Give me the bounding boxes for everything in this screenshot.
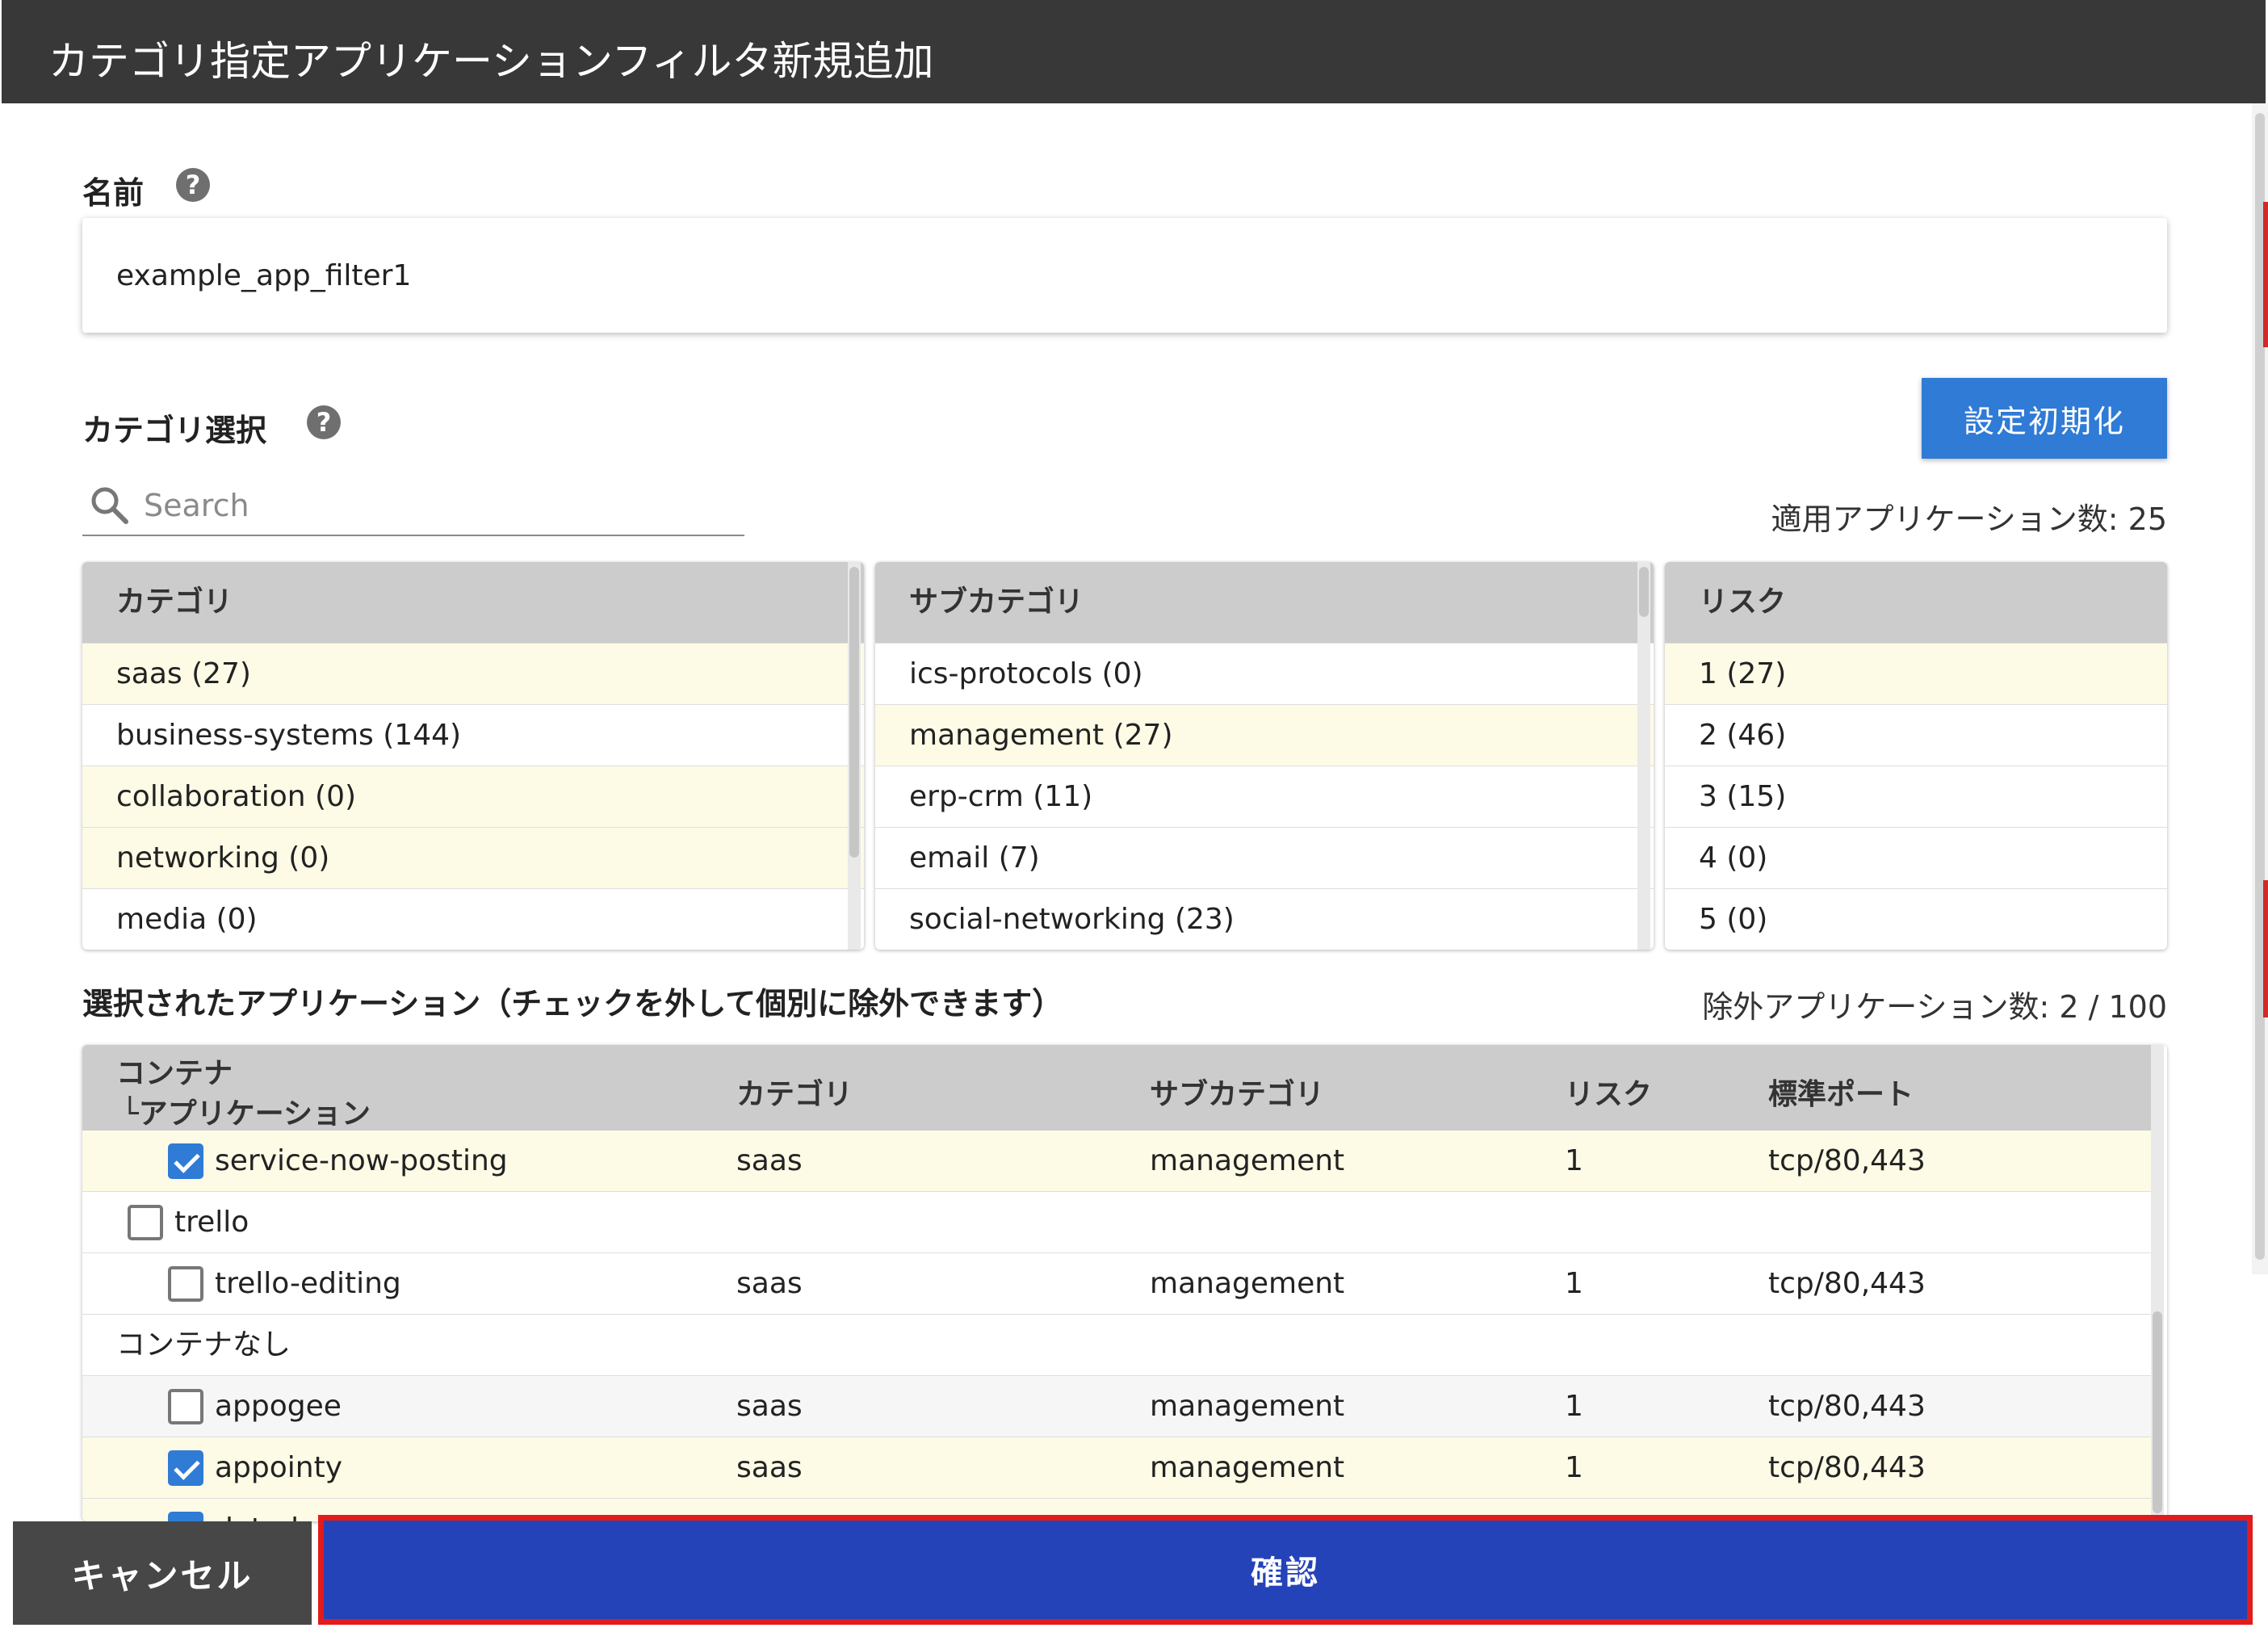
app-name: appointy xyxy=(215,1451,343,1484)
app-port: tcp/80,443 xyxy=(1768,1451,1926,1484)
subcategory-list-scrollbar-thumb[interactable] xyxy=(1639,567,1649,617)
table-row[interactable]: trello-editing saas management 1 tcp/80,… xyxy=(82,1253,2151,1315)
column-header-category: カテゴリ xyxy=(736,1078,853,1111)
app-category: saas xyxy=(736,1390,803,1423)
subcategory-list-item[interactable]: management (27) xyxy=(875,704,1654,766)
dialog-title: カテゴリ指定アプリケーションフィルタ新規追加 xyxy=(48,38,934,85)
selected-apps-table: コンテナ └アプリケーション カテゴリ サブカテゴリ リスク 標準ポート ser… xyxy=(82,1045,2167,1521)
table-row: コンテナなし xyxy=(82,1315,2151,1376)
app-subcategory: management xyxy=(1150,1451,1345,1484)
app-name: trello-editing xyxy=(215,1267,401,1300)
column-header-risk: リスク xyxy=(1565,1078,1653,1111)
no-container-label: コンテナなし xyxy=(116,1328,291,1361)
container-checkbox[interactable] xyxy=(128,1205,163,1240)
question-circle-icon[interactable]: ? xyxy=(307,405,341,439)
category-select-label: カテゴリ選択 xyxy=(82,413,267,448)
reset-settings-button[interactable]: 設定初期化 xyxy=(1922,378,2167,459)
app-category: saas xyxy=(736,1451,803,1484)
table-row[interactable]: trello xyxy=(82,1192,2151,1253)
app-checkbox[interactable] xyxy=(168,1389,203,1424)
risk-list-header: リスク xyxy=(1665,562,2167,643)
table-scrollbar-thumb[interactable] xyxy=(2153,1311,2162,1513)
table-row[interactable]: appointy saas management 1 tcp/80,443 xyxy=(82,1437,2151,1499)
app-port: tcp/80,443 xyxy=(1768,1144,1926,1177)
subcategory-list-item[interactable]: email (7) xyxy=(875,827,1654,888)
table-row[interactable]: service-now-posting saas management 1 tc… xyxy=(82,1131,2151,1192)
table-scrollbar[interactable] xyxy=(2151,1045,2164,1521)
app-category: saas xyxy=(736,1144,803,1177)
app-risk: 1 xyxy=(1565,1390,1583,1423)
app-checkbox[interactable] xyxy=(168,1266,203,1302)
app-checkbox[interactable] xyxy=(168,1143,203,1179)
subcategory-list-item[interactable]: social-networking (23) xyxy=(875,888,1654,950)
category-list-item[interactable]: networking (0) xyxy=(82,827,864,888)
app-subcategory: management xyxy=(1150,1267,1345,1300)
app-name: service-now-posting xyxy=(215,1144,508,1177)
app-risk: 1 xyxy=(1565,1451,1583,1484)
app-port: tcp/80,443 xyxy=(1768,1390,1926,1423)
edge-marker xyxy=(2263,880,2268,1017)
name-input[interactable] xyxy=(82,218,2167,333)
applied-app-count: 適用アプリケーション数: 25 xyxy=(1771,501,2167,537)
app-risk: 1 xyxy=(1565,1144,1583,1177)
subcategory-list-item[interactable]: ics-protocols (0) xyxy=(875,643,1654,704)
subcategory-list-scrollbar[interactable] xyxy=(1637,562,1650,950)
app-checkbox[interactable] xyxy=(168,1450,203,1486)
question-circle-icon[interactable]: ? xyxy=(176,168,210,202)
category-list-item[interactable]: business-systems (144) xyxy=(82,704,864,766)
risk-list-item[interactable]: 3 (15) xyxy=(1665,766,2167,827)
column-header-container: コンテナ xyxy=(116,1057,233,1090)
category-list-item[interactable]: media (0) xyxy=(82,888,864,950)
cancel-button[interactable]: キャンセル xyxy=(13,1521,312,1625)
subcategory-list-header: サブカテゴリ xyxy=(875,562,1654,643)
category-list-item[interactable]: saas (27) xyxy=(82,643,864,704)
risk-list-panel: リスク 1 (27) 2 (46) 3 (15) 4 (0) 5 (0) xyxy=(1665,562,2167,950)
column-header-port: 標準ポート xyxy=(1768,1078,1914,1111)
edge-marker xyxy=(2263,202,2268,347)
risk-list-item[interactable]: 2 (46) xyxy=(1665,704,2167,766)
table-row[interactable]: appogee saas management 1 tcp/80,443 xyxy=(82,1376,2151,1437)
app-name: appogee xyxy=(215,1390,342,1423)
search-input[interactable] xyxy=(144,481,725,530)
category-list-header: カテゴリ xyxy=(82,562,864,643)
confirm-button[interactable]: 確認 xyxy=(318,1515,2253,1625)
name-label: 名前 xyxy=(82,175,145,211)
selected-apps-title: 選択されたアプリケーション（チェックを外して個別に除外できます） xyxy=(82,986,1063,1022)
app-name: datadog xyxy=(215,1499,335,1521)
category-list-panel: カテゴリ saas (27) business-systems (144) co… xyxy=(82,562,864,950)
search-icon xyxy=(91,487,128,524)
app-subcategory: management xyxy=(1150,1390,1345,1423)
app-port: tcp/80,443 xyxy=(1768,1267,1926,1300)
risk-list-item[interactable]: 4 (0) xyxy=(1665,827,2167,888)
risk-list-item[interactable]: 5 (0) xyxy=(1665,888,2167,950)
app-subcategory: management xyxy=(1150,1144,1345,1177)
table-header: コンテナ └アプリケーション カテゴリ サブカテゴリ リスク 標準ポート xyxy=(82,1045,2151,1131)
category-list-scrollbar-thumb[interactable] xyxy=(849,567,859,858)
category-list-scrollbar[interactable] xyxy=(848,562,861,950)
category-list-item[interactable]: collaboration (0) xyxy=(82,766,864,827)
risk-list-item[interactable]: 1 (27) xyxy=(1665,643,2167,704)
subcategory-list-item[interactable]: erp-crm (11) xyxy=(875,766,1654,827)
app-checkbox[interactable] xyxy=(168,1512,203,1521)
app-category: saas xyxy=(736,1267,803,1300)
category-search xyxy=(82,476,744,536)
app-risk: 1 xyxy=(1565,1267,1583,1300)
subcategory-list-panel: サブカテゴリ ics-protocols (0) management (27)… xyxy=(875,562,1654,950)
container-name: trello xyxy=(174,1206,249,1239)
column-header-subcategory: サブカテゴリ xyxy=(1150,1078,1325,1111)
dialog-titlebar: カテゴリ指定アプリケーションフィルタ新規追加 xyxy=(2,0,2266,103)
excluded-app-count: 除外アプリケーション数: 2 / 100 xyxy=(1702,989,2167,1025)
column-header-application: └アプリケーション xyxy=(121,1097,371,1131)
